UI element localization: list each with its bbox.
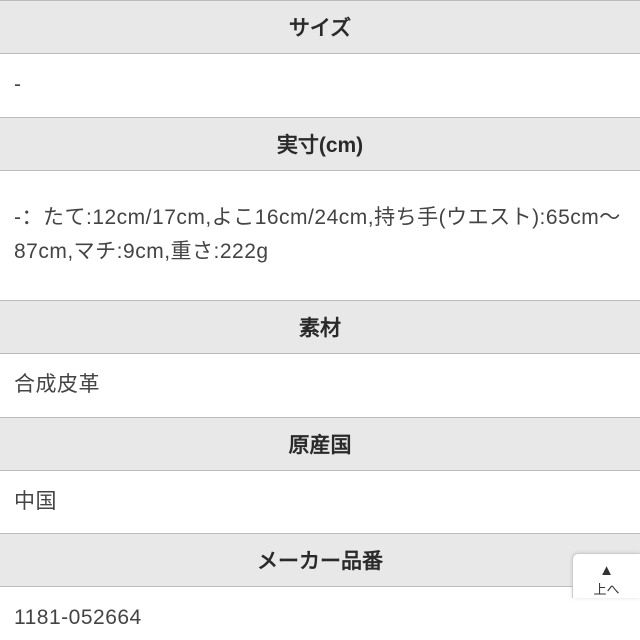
- spec-tbody: サイズ - 実寸(cm) -：たて:12cm/17cm,よこ16cm/24cm,…: [0, 1, 640, 640]
- back-to-top-button[interactable]: ▲ 上へ: [572, 553, 640, 598]
- spec-value: 合成皮革: [0, 353, 640, 417]
- spec-table: サイズ - 実寸(cm) -：たて:12cm/17cm,よこ16cm/24cm,…: [0, 0, 640, 640]
- spec-header: 原産国: [0, 417, 640, 470]
- spec-value: 1181-052664: [0, 587, 640, 640]
- spec-header: サイズ: [0, 1, 640, 54]
- spec-value: -: [0, 54, 640, 118]
- back-to-top-label: 上へ: [593, 582, 619, 597]
- spec-value: 中国: [0, 470, 640, 534]
- spec-value: -：たて:12cm/17cm,よこ16cm/24cm,持ち手(ウエスト):65c…: [0, 170, 640, 300]
- triangle-up-icon: ▲: [577, 562, 636, 580]
- spec-header: メーカー品番: [0, 534, 640, 587]
- spec-header: 素材: [0, 300, 640, 353]
- spec-header: 実寸(cm): [0, 117, 640, 170]
